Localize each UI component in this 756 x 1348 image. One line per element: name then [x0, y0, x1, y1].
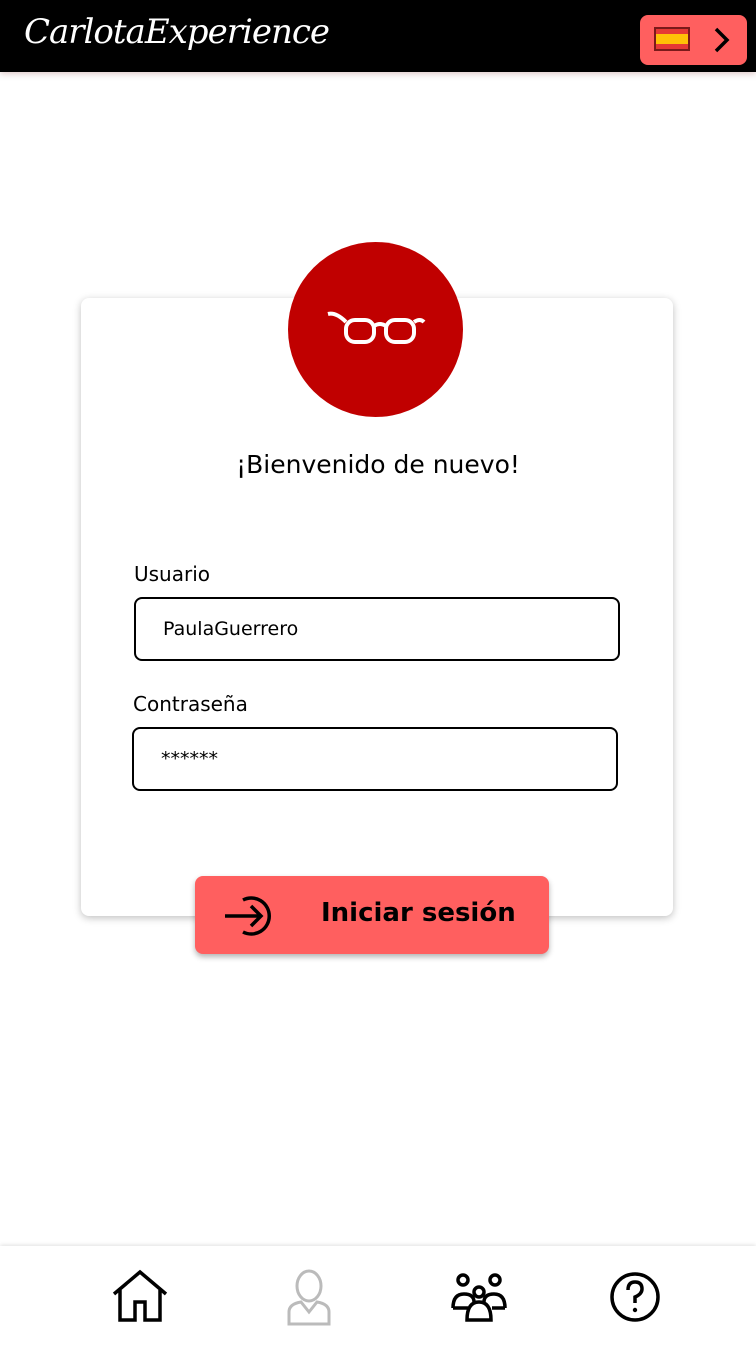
group-icon [451, 1273, 507, 1322]
nav-help[interactable] [606, 1268, 666, 1328]
username-input[interactable] [134, 597, 620, 661]
top-bar: CarlotaExperience [0, 0, 756, 72]
home-icon [112, 1269, 168, 1322]
nav-community[interactable] [450, 1268, 510, 1328]
login-icon [225, 896, 271, 936]
login-button[interactable]: Iniciar sesión [195, 876, 549, 954]
avatar [288, 242, 463, 417]
bottom-nav [0, 1246, 756, 1348]
nav-home[interactable] [110, 1268, 170, 1328]
user-icon [287, 1269, 331, 1326]
spain-flag-icon [654, 27, 690, 51]
glasses-icon [327, 311, 426, 344]
chevron-right-icon [714, 27, 730, 53]
language-button[interactable] [640, 15, 747, 65]
nav-profile[interactable] [279, 1268, 339, 1328]
help-icon [610, 1272, 660, 1322]
logo: CarlotaExperience [24, 12, 330, 52]
password-label: Contraseña [133, 692, 248, 716]
welcome-heading: ¡Bienvenido de nuevo! [236, 450, 520, 479]
username-label: Usuario [134, 562, 211, 586]
password-input[interactable] [132, 727, 618, 791]
login-button-label: Iniciar sesión [321, 898, 516, 928]
